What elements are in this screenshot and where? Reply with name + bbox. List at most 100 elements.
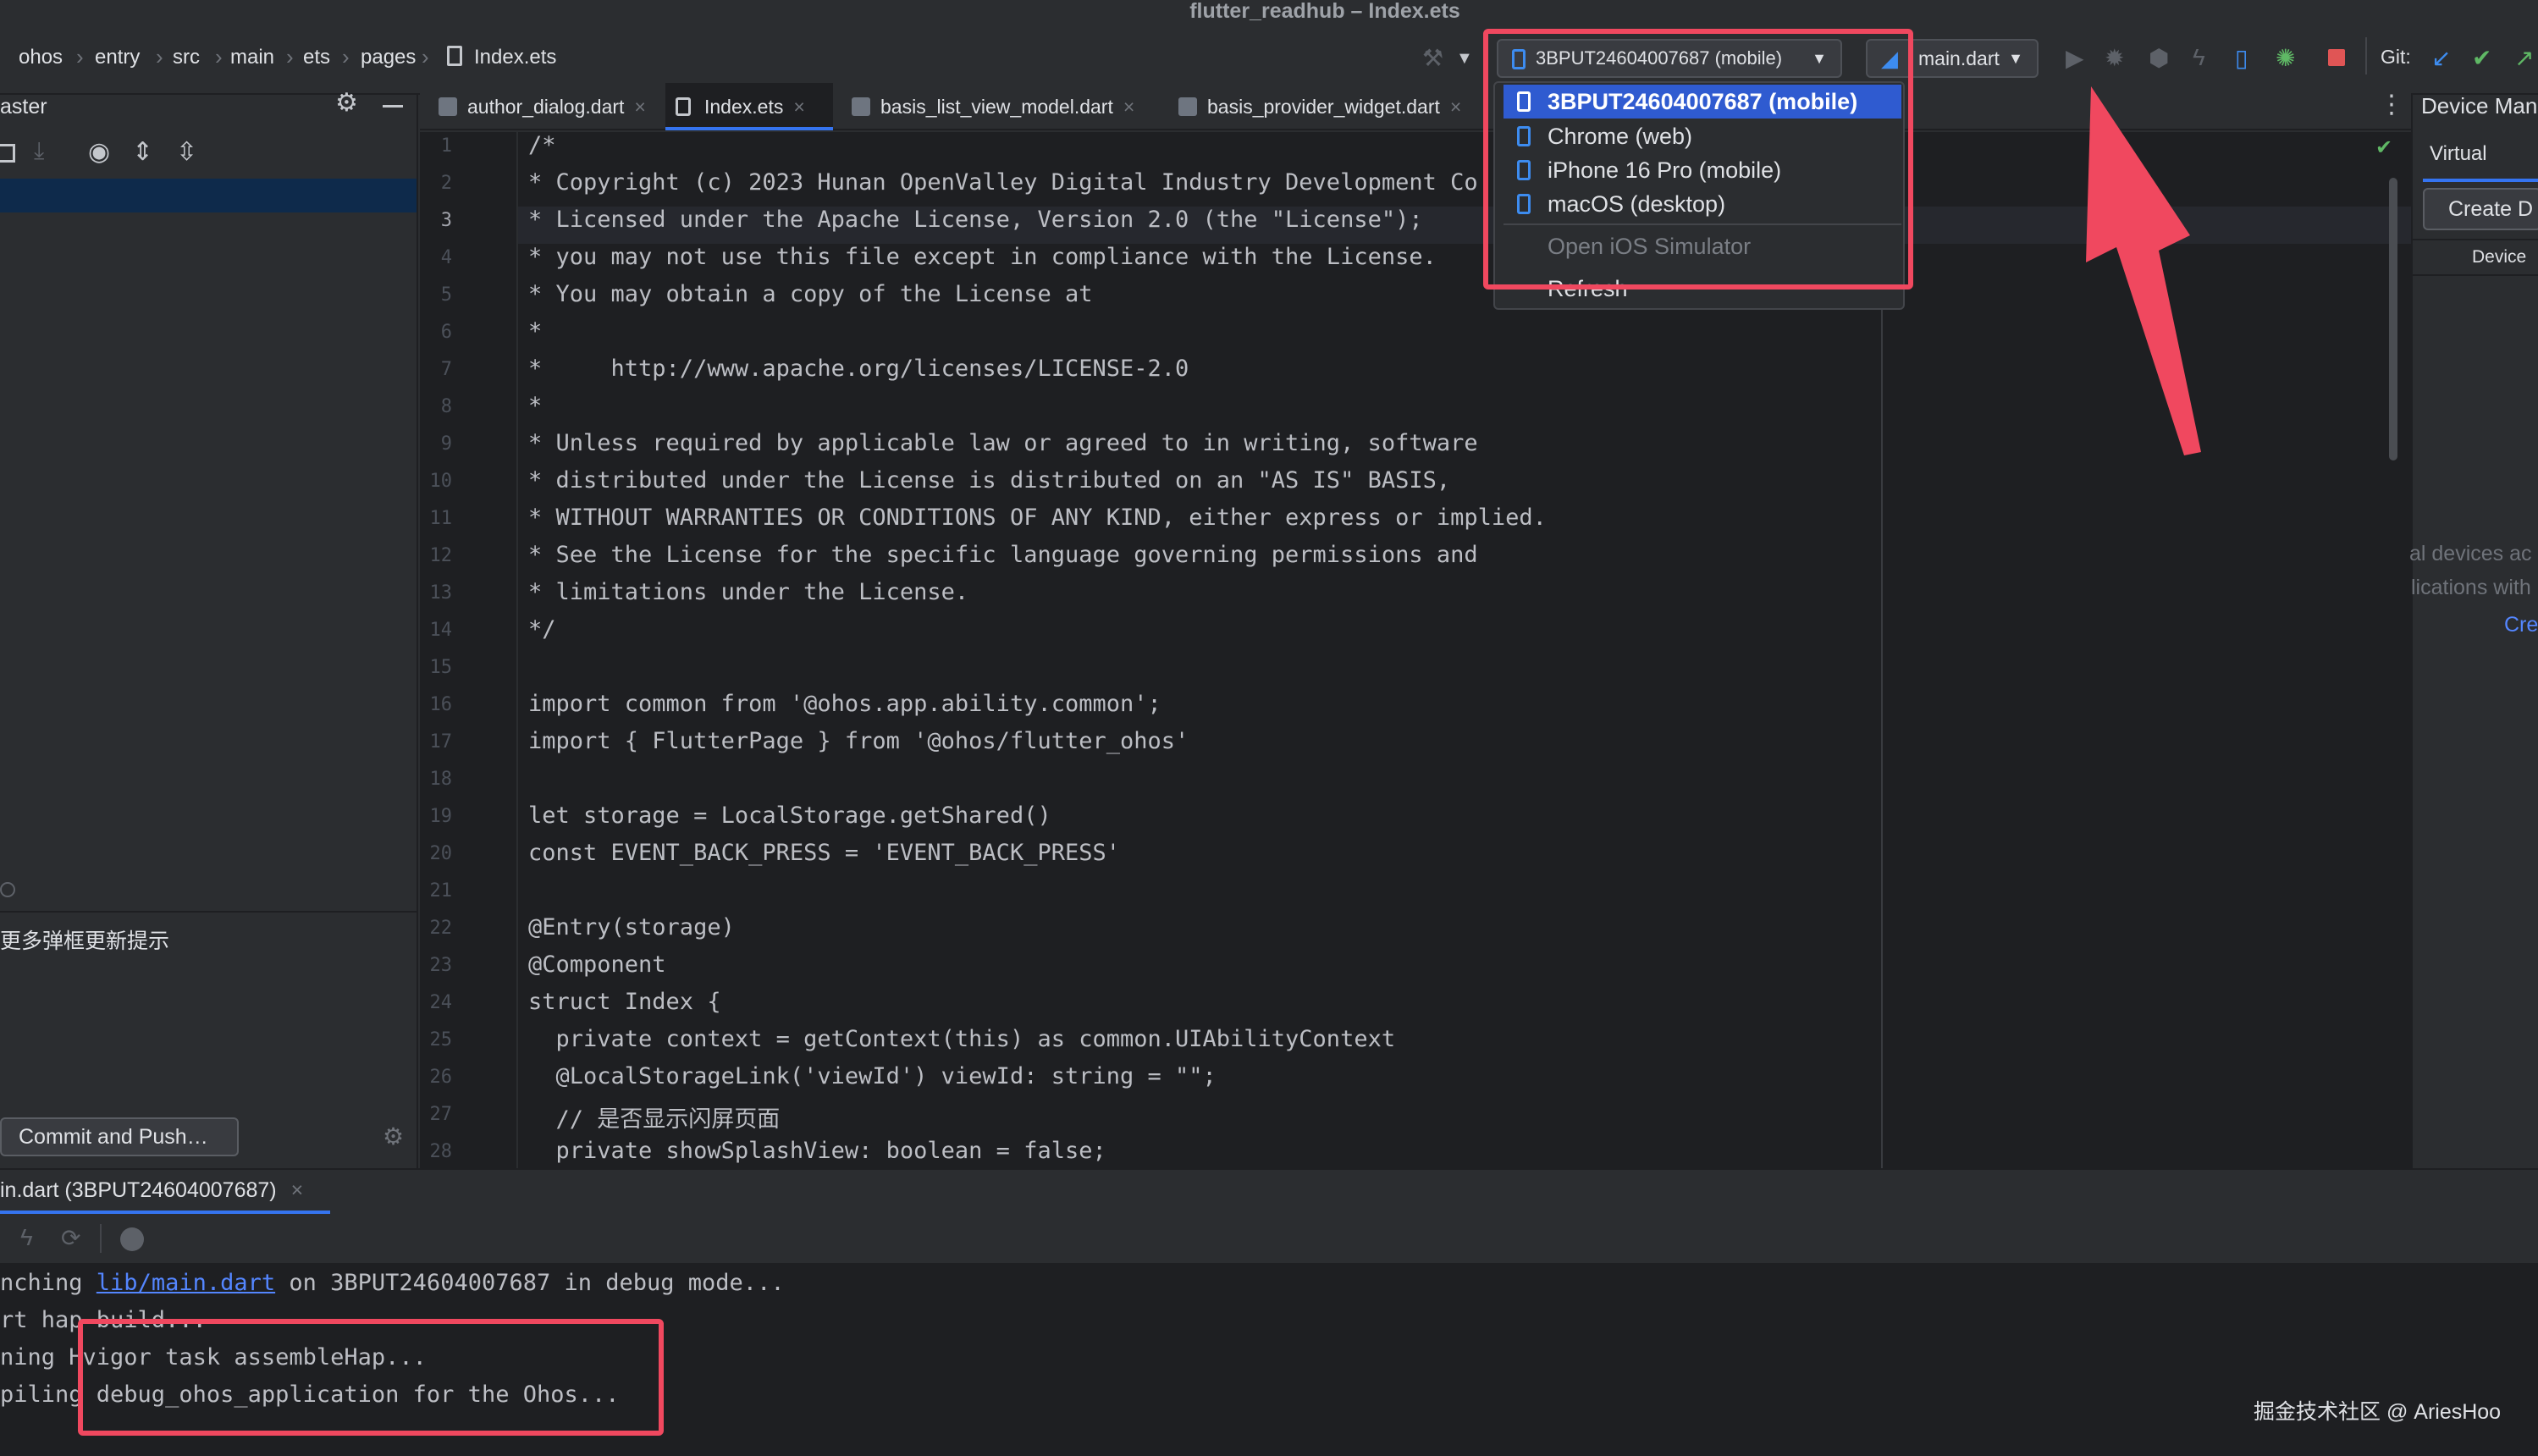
run-tab-bar [0,1168,2538,1214]
collapse-all-icon[interactable]: ⇳ [176,137,197,167]
toolbar-divider [2365,37,2367,74]
breadcrumb-item[interactable]: entry [95,46,140,69]
line-number: 24 [429,992,453,1013]
line-number: 26 [429,1067,453,1088]
attach-debugger-icon[interactable]: ⬢ [2149,44,2169,72]
tab-index-ets[interactable]: Index.ets × [665,83,833,130]
git-update-icon[interactable]: ↙ [2431,44,2451,72]
code-line: * http://www.apache.org/licenses/LICENSE… [528,356,1189,382]
line-number: 10 [429,471,453,492]
commit-and-push-button[interactable]: Commit and Push… [0,1117,239,1156]
code-line: * You may obtain a copy of the License a… [528,281,1093,307]
line-number: 4 [440,247,452,268]
breadcrumb-item[interactable]: src [173,46,200,69]
stop-icon[interactable] [2328,49,2345,66]
code-line: let storage = LocalStorage.getShared() [528,802,1051,829]
debug-icon[interactable]: ✹ [2105,44,2124,72]
breadcrumb-item[interactable]: ohos [19,46,63,69]
chevron-down-icon[interactable]: ▼ [1456,49,1473,69]
tab-basis-list-view-model[interactable]: basis_list_view_model.dart × [841,83,1167,130]
close-icon[interactable]: × [291,1178,304,1202]
line-number: 25 [429,1029,453,1051]
tab-label: Index.ets [704,96,784,118]
breadcrumb-item[interactable]: ets [303,46,330,69]
tab-label: basis_list_view_model.dart [880,96,1113,118]
git-label: Git: [2381,46,2411,68]
tab-basis-provider-widget[interactable]: basis_provider_widget.dart × [1168,83,1490,130]
devtools-icon[interactable] [120,1227,144,1251]
hot-reload-icon[interactable]: ϟ [20,1224,33,1251]
line-number: 1 [440,135,452,157]
code-line: * you may not use this file except in co… [528,244,1437,270]
run-icon[interactable]: ▶ [2066,44,2084,72]
file-icon [676,97,691,116]
hot-restart-icon[interactable]: ⟳ [61,1224,80,1252]
chevron-right-icon: › [156,44,163,69]
console-link[interactable]: lib/main.dart [97,1270,275,1296]
code-line: @Component [528,951,666,978]
expand-all-icon[interactable]: ⇕ [132,137,153,167]
device-column-header[interactable]: Device [2413,239,2538,276]
code-line: private showSplashView: boolean = false; [528,1138,1106,1164]
close-icon[interactable]: × [1450,96,1461,118]
create-device-button[interactable]: Create D [2423,188,2538,230]
code-line: * Unless required by applicable law or a… [528,430,1478,456]
git-push-icon[interactable]: ↗ [2514,44,2534,72]
flutter-inspector-icon[interactable]: ✺ [2276,44,2295,72]
more-vertical-icon[interactable]: ⋮ [2379,90,2404,119]
close-icon[interactable]: × [793,96,804,118]
chevron-right-icon: › [76,44,84,69]
hot-reload-icon[interactable]: ϟ [2193,44,2205,71]
code-line: // 是否显示闪屏页面 [528,1106,781,1133]
annotation-arrow-shape [2086,86,2201,455]
run-tab-label: in.dart (3BPUT24604007687) [0,1178,277,1202]
code-line: private context = getContext(this) as co… [528,1026,1396,1052]
chevron-down-icon: ▼ [2008,50,2023,67]
create-device-link[interactable]: Cre [2504,613,2538,637]
code-line: * WITHOUT WARRANTIES OR CONDITIONS OF AN… [528,505,1547,531]
line-number: 28 [429,1141,453,1162]
eye-icon[interactable]: ◉ [88,137,110,167]
line-number: 22 [429,918,453,939]
run-tab[interactable]: in.dart (3BPUT24604007687) × [0,1178,303,1203]
close-icon[interactable]: × [1123,96,1134,118]
clock-icon[interactable] [0,882,15,897]
chevron-right-icon: › [215,44,223,69]
hammer-icon[interactable]: ⚒ [1422,44,1443,72]
code-line: * Licensed under the Apache License, Ver… [528,207,1423,233]
breadcrumb-item[interactable]: main [230,46,274,69]
line-number: 19 [429,806,453,827]
run-toolbar [0,1216,2538,1265]
code-line: const EVENT_BACK_PRESS = 'EVENT_BACK_PRE… [528,840,1120,866]
line-number: 7 [440,359,452,380]
breadcrumb-item[interactable]: Index.ets [474,46,556,69]
code-line: /* [528,132,556,158]
dart-file-icon [1178,97,1197,116]
console-text: on 3BPUT24604007687 in debug mode... [275,1270,785,1296]
editor-scrollbar[interactable] [2389,178,2397,461]
line-number: 8 [440,396,452,417]
tab-underline [2423,179,2538,182]
line-number: 27 [429,1104,453,1125]
git-commit-icon[interactable]: ✔ [2472,44,2491,72]
changelist-row[interactable] [0,179,417,212]
empty-state-text: lications with [2411,576,2531,599]
chevron-right-icon: › [422,44,429,69]
gear-icon[interactable]: ⚙ [383,1122,404,1150]
close-icon[interactable]: × [634,96,645,118]
highlight-box [1483,29,1913,290]
code-line: * distributed under the License is distr… [528,467,1451,494]
breadcrumb-item[interactable]: pages [361,46,416,69]
gear-icon[interactable]: ⚙ [335,88,358,118]
tab-virtual[interactable]: Virtual [2430,142,2487,166]
line-number: 11 [429,508,453,529]
minimize-icon[interactable] [383,105,403,108]
tab-author-dialog[interactable]: author_dialog.dart × [428,83,662,130]
rollback-icon[interactable] [0,144,15,163]
line-number: 13 [429,582,453,604]
watermark: 掘金技术社区 @ AriesHoo [2254,1400,2502,1424]
line-number: 14 [429,620,453,641]
commit-message-text[interactable]: 更多弹框更新提示 [0,924,169,955]
device-file-icon[interactable]: ▯ [2235,44,2248,72]
download-icon[interactable]: ⤓ [34,137,44,165]
